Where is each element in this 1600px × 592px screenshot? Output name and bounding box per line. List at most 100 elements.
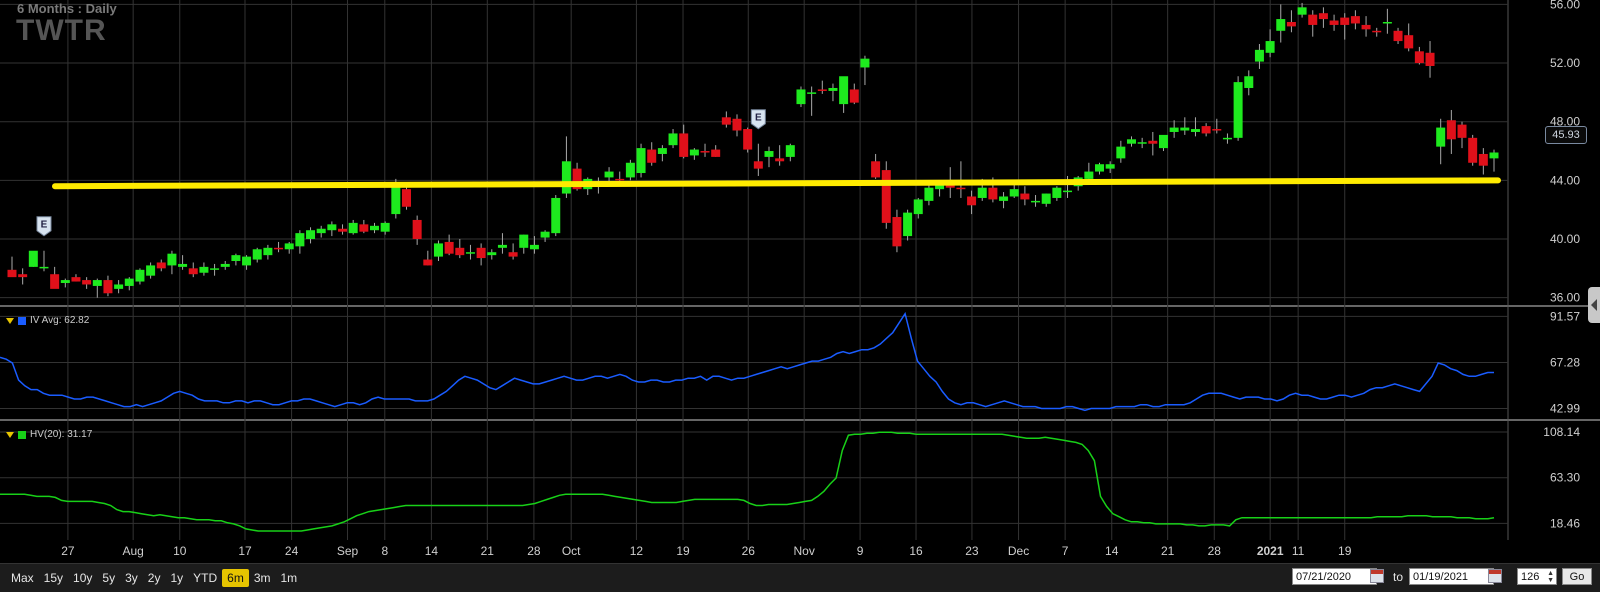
price-tick-label: 40.00 bbox=[1550, 232, 1580, 246]
candle-body bbox=[1425, 52, 1435, 66]
price-tick-label: 52.00 bbox=[1550, 56, 1580, 70]
bars-stepper[interactable]: 126 ▲ ▼ bbox=[1517, 568, 1557, 585]
x-tick-label: 14 bbox=[425, 544, 439, 558]
candle-body bbox=[1318, 13, 1328, 20]
x-tick-label: 11 bbox=[1292, 544, 1305, 558]
range-button-3y[interactable]: 3y bbox=[120, 569, 143, 587]
x-tick-label: 19 bbox=[1338, 544, 1352, 558]
candle-body bbox=[1041, 193, 1051, 204]
candle-body bbox=[252, 249, 262, 260]
hv-legend[interactable]: HV(20): 31.17 bbox=[6, 429, 92, 440]
range-button-1m[interactable]: 1m bbox=[275, 569, 302, 587]
range-button-15y[interactable]: 15y bbox=[39, 569, 68, 587]
range-button-10y[interactable]: 10y bbox=[68, 569, 97, 587]
candle-body bbox=[999, 196, 1009, 201]
candle-body bbox=[401, 189, 411, 207]
range-button-max[interactable]: Max bbox=[6, 569, 39, 587]
x-tick-label: Sep bbox=[337, 544, 359, 558]
candle-body bbox=[71, 277, 81, 282]
range-button-ytd[interactable]: YTD bbox=[188, 569, 222, 587]
calendar-icon[interactable] bbox=[1370, 569, 1384, 583]
iv-legend[interactable]: IV Avg: 62.82 bbox=[6, 315, 89, 326]
collapse-triangle-icon[interactable] bbox=[6, 431, 14, 438]
from-date-input[interactable]: 07/21/2020 bbox=[1292, 568, 1377, 585]
candle-body bbox=[1457, 124, 1467, 138]
x-tick-label: 10 bbox=[173, 544, 187, 558]
x-tick-label: 21 bbox=[1161, 544, 1175, 558]
candle-body bbox=[1190, 129, 1200, 132]
candle-body bbox=[1468, 137, 1478, 163]
iv-legend-label: IV Avg: 62.82 bbox=[30, 315, 90, 326]
candle-body bbox=[657, 148, 667, 154]
candle-body bbox=[338, 228, 348, 232]
candle-body bbox=[1382, 21, 1392, 24]
candle-body bbox=[423, 259, 433, 266]
candle-body bbox=[1116, 146, 1126, 159]
candle-body bbox=[967, 196, 977, 206]
candle-body bbox=[1052, 187, 1062, 198]
x-tick-label: Nov bbox=[794, 544, 815, 558]
candle-body bbox=[284, 243, 294, 250]
candle-body bbox=[1020, 193, 1030, 200]
candle-body bbox=[60, 280, 70, 284]
candle-body bbox=[1212, 129, 1222, 131]
candle-body bbox=[1063, 190, 1073, 193]
iv-color-swatch bbox=[18, 316, 26, 325]
range-button-6m[interactable]: 6m bbox=[222, 569, 249, 587]
candle-body bbox=[892, 217, 902, 247]
candle-body bbox=[807, 92, 817, 94]
candle-body bbox=[839, 76, 849, 105]
x-tick-label: 9 bbox=[857, 544, 864, 558]
candle-body bbox=[114, 284, 124, 289]
collapse-triangle-icon[interactable] bbox=[6, 317, 14, 324]
candle-body bbox=[220, 263, 230, 267]
candle-body bbox=[775, 158, 785, 162]
candle-body bbox=[135, 269, 145, 282]
hv-tick-label: 108.14 bbox=[1543, 425, 1580, 439]
candle-body bbox=[828, 87, 838, 91]
candle-body bbox=[1404, 35, 1414, 49]
candle-body bbox=[327, 224, 337, 231]
candle-body bbox=[306, 230, 316, 240]
candle-body bbox=[146, 265, 156, 276]
candle-body bbox=[1244, 76, 1254, 88]
candle-body bbox=[604, 171, 614, 178]
iv-tick-label: 67.28 bbox=[1550, 355, 1580, 369]
candle-body bbox=[817, 89, 827, 91]
range-button-5y[interactable]: 5y bbox=[97, 569, 120, 587]
x-tick-label: 28 bbox=[527, 544, 541, 558]
iv-tick-label: 91.57 bbox=[1550, 309, 1580, 323]
to-date-input[interactable]: 01/19/2021 bbox=[1409, 568, 1494, 585]
range-button-2y[interactable]: 2y bbox=[143, 569, 166, 587]
candle-body bbox=[487, 252, 497, 256]
go-button[interactable]: Go bbox=[1562, 568, 1592, 585]
range-button-3m[interactable]: 3m bbox=[249, 569, 276, 587]
candle-body bbox=[732, 118, 742, 131]
candle-body bbox=[711, 149, 721, 157]
candle-body bbox=[529, 244, 539, 250]
candle-body bbox=[1148, 140, 1158, 144]
collapse-panel-handle[interactable] bbox=[1588, 287, 1600, 323]
candle-body bbox=[1201, 126, 1211, 134]
x-tick-label: 23 bbox=[965, 544, 979, 558]
candle-body bbox=[178, 263, 188, 267]
range-button-1y[interactable]: 1y bbox=[165, 569, 188, 587]
stepper-arrows-icon[interactable]: ▲ ▼ bbox=[1547, 570, 1554, 584]
x-tick-label: 8 bbox=[381, 544, 388, 558]
candle-body bbox=[647, 149, 657, 163]
earnings-marker-label: E bbox=[755, 113, 762, 124]
candle-body bbox=[1254, 49, 1264, 62]
x-tick-label: 21 bbox=[481, 544, 495, 558]
candle-body bbox=[7, 269, 17, 278]
candle-body bbox=[188, 268, 198, 275]
candle-body bbox=[1286, 21, 1296, 27]
candle-body bbox=[977, 187, 987, 198]
x-tick-label: 7 bbox=[1062, 544, 1069, 558]
x-tick-label: 26 bbox=[742, 544, 756, 558]
candle-body bbox=[1095, 164, 1105, 172]
candle-body bbox=[551, 197, 561, 234]
calendar-icon[interactable] bbox=[1488, 569, 1502, 583]
candle-body bbox=[721, 117, 731, 125]
chart-canvas[interactable]: EE 36.0040.0044.0048.0052.0056.0027 Aug 10… bbox=[0, 0, 1600, 563]
candle-body bbox=[199, 266, 209, 273]
